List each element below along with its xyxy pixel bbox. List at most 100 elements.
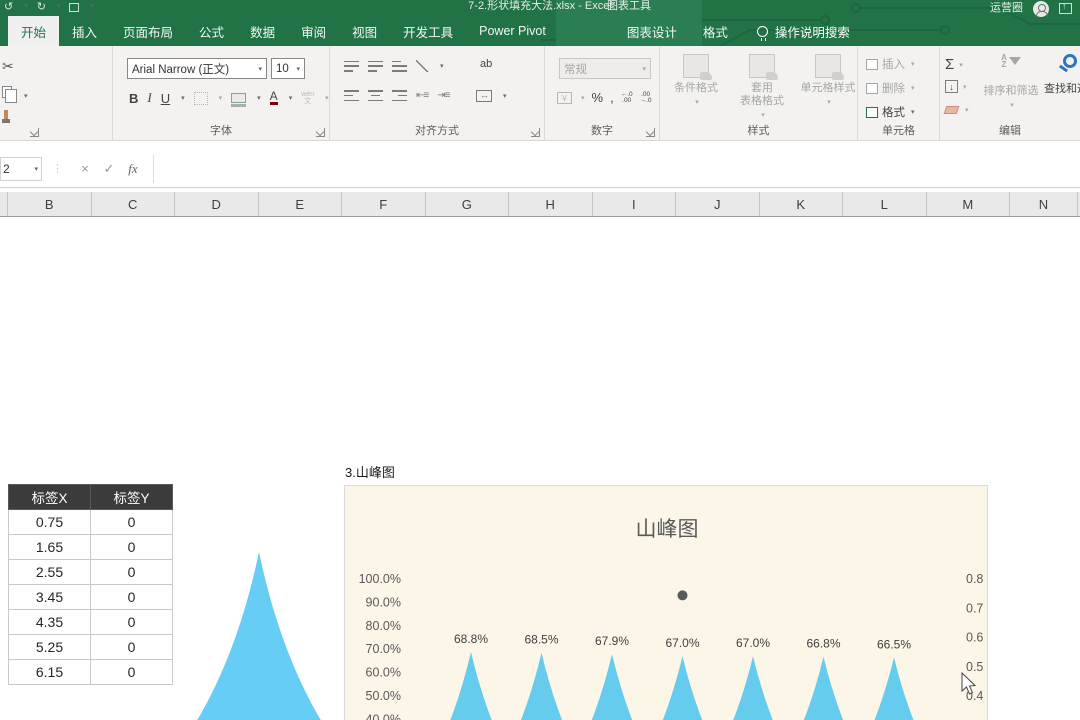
sheet-area[interactable]: 3.山峰图 标签X标签Y0.7501.6502.5503.4504.3505.2… [0,217,1080,720]
underline-dropdown-icon[interactable]: ▾ [181,94,185,102]
merge-center-icon[interactable] [476,90,492,102]
cut-icon[interactable]: ✂ [2,58,14,75]
underline-button[interactable]: U [161,91,170,106]
peak-series-5[interactable] [682,656,824,720]
column-header-D[interactable]: D [175,192,259,216]
chevron-down-icon[interactable]: ▾ [642,65,646,73]
font-color-icon[interactable]: A [270,91,278,105]
table-cell[interactable]: 0 [91,585,173,610]
format-cells-button[interactable]: 格式▾ [866,104,915,120]
chevron-down-icon[interactable]: ▾ [258,65,262,73]
column-header-J[interactable]: J [676,192,760,216]
table-cell[interactable]: 6.15 [9,660,91,685]
peak-series-2[interactable] [471,653,613,720]
column-header-F[interactable]: F [342,192,426,216]
phonetic-dropdown-icon[interactable]: ▾ [325,94,329,102]
peak-series-7[interactable] [823,657,965,720]
sort-filter-button[interactable]: AZ 排序和筛选 ▾ [982,54,1040,110]
clear-dropdown-icon[interactable]: ▾ [965,106,969,114]
find-select-button[interactable]: 查找和选择 [1044,54,1080,96]
borders-dropdown-icon[interactable]: ▾ [219,94,223,102]
ribbon-tab-power-pivot[interactable]: Power Pivot [466,16,559,46]
column-header-E[interactable]: E [259,192,343,216]
ribbon-tab-data[interactable]: 数据 [237,16,288,46]
table-cell[interactable]: 0 [91,535,173,560]
cancel-button[interactable]: × [73,161,97,176]
orientation-dropdown-icon[interactable]: ▾ [440,62,444,70]
align-center-icon[interactable] [368,90,383,101]
borders-icon[interactable] [194,92,208,105]
sort-filter-dropdown-icon[interactable]: ▾ [1010,102,1014,109]
formula-input[interactable] [153,155,1080,183]
fill-color-dropdown-icon[interactable]: ▾ [257,94,261,102]
ribbon-tab-formulas[interactable]: 公式 [186,16,237,46]
increase-decimal-icon[interactable]: ←.0.00 [621,92,633,104]
clear-icon[interactable] [944,106,960,114]
column-header-I[interactable]: I [593,192,677,216]
tell-me-search[interactable]: 操作说明搜索 [757,16,850,46]
decrease-decimal-icon[interactable]: .00→.0 [640,92,652,104]
copy-dropdown-icon[interactable]: ▾ [24,92,28,100]
table-cell[interactable]: 0 [91,660,173,685]
orientation-icon[interactable] [416,60,429,72]
column-header-G[interactable]: G [426,192,510,216]
autosum-icon[interactable]: Σ [945,56,954,73]
table-header-cell[interactable]: 标签Y [91,485,173,510]
ribbon-tab-review[interactable]: 审阅 [288,16,339,46]
triangle-shape[interactable] [186,550,332,720]
scatter-marker[interactable] [678,590,688,600]
table-cell[interactable]: 0 [91,510,173,535]
ribbon-tab-home[interactable]: 开始 [8,16,59,46]
table-cell[interactable]: 0 [91,635,173,660]
table-cell[interactable]: 4.35 [9,610,91,635]
fill-icon[interactable]: ↓ [945,80,958,93]
align-left-icon[interactable] [344,90,359,101]
clipboard-dialog-launcher-icon[interactable] [30,128,39,137]
peak-series-1[interactable] [400,652,542,720]
ribbon-tab-chart-format[interactable]: 格式 [690,16,741,46]
account-name[interactable]: 运营圈 [990,0,1023,15]
align-bottom-icon[interactable] [392,61,407,72]
table-cell[interactable]: 0 [91,610,173,635]
font-name-combobox[interactable]: Arial Narrow (正文)▾ [127,58,267,79]
italic-button[interactable]: I [147,90,151,106]
accounting-format-icon[interactable]: ￥ [557,92,572,104]
percent-style-icon[interactable]: % [592,90,604,105]
align-middle-icon[interactable] [368,61,383,72]
insert-function-button[interactable]: fx [121,161,145,177]
column-header-M[interactable]: M [927,192,1011,216]
column-header-L[interactable]: L [843,192,927,216]
table-cell[interactable]: 0 [91,560,173,585]
comma-style-icon[interactable]: , [610,90,614,105]
accounting-dropdown-icon[interactable]: ▾ [581,94,585,102]
ribbon-tab-view[interactable]: 视图 [339,16,390,46]
format-painter-icon[interactable] [4,110,8,119]
insert-cells-button[interactable]: 插入▾ [866,56,915,72]
wrap-text-icon[interactable]: ab [480,58,492,70]
ribbon-tab-page-layout[interactable]: 页面布局 [110,16,186,46]
fill-dropdown-icon[interactable]: ▾ [963,83,967,91]
fill-color-icon[interactable] [231,93,246,103]
phonetic-guide-icon[interactable]: wén文 [301,91,314,105]
table-cell[interactable]: 2.55 [9,560,91,585]
chevron-down-icon[interactable]: ▾ [296,65,300,73]
column-header-N[interactable]: N [1010,192,1078,216]
merge-dropdown-icon[interactable]: ▾ [503,92,507,100]
table-cell[interactable]: 5.25 [9,635,91,660]
column-header-K[interactable]: K [760,192,844,216]
avatar[interactable] [1033,1,1049,17]
column-header-C[interactable]: C [92,192,176,216]
ribbon-tab-developer[interactable]: 开发工具 [390,16,466,46]
font-dialog-launcher-icon[interactable] [316,128,325,137]
ribbon-tab-chart-design[interactable]: 图表设计 [614,16,690,46]
peak-series-3[interactable] [541,654,683,720]
delete-cells-button[interactable]: 删除▾ [866,80,915,96]
font-size-combobox[interactable]: 10▾ [271,58,305,79]
alignment-dialog-launcher-icon[interactable] [531,128,540,137]
number-format-combobox[interactable]: 常规▾ [559,58,651,79]
cell-caption[interactable]: 3.山峰图 [345,462,395,481]
name-box[interactable]: 2 ▾ [0,157,42,181]
copy-icon[interactable] [2,86,12,98]
enter-button[interactable]: ✓ [97,161,121,177]
table-cell[interactable]: 0.75 [9,510,91,535]
